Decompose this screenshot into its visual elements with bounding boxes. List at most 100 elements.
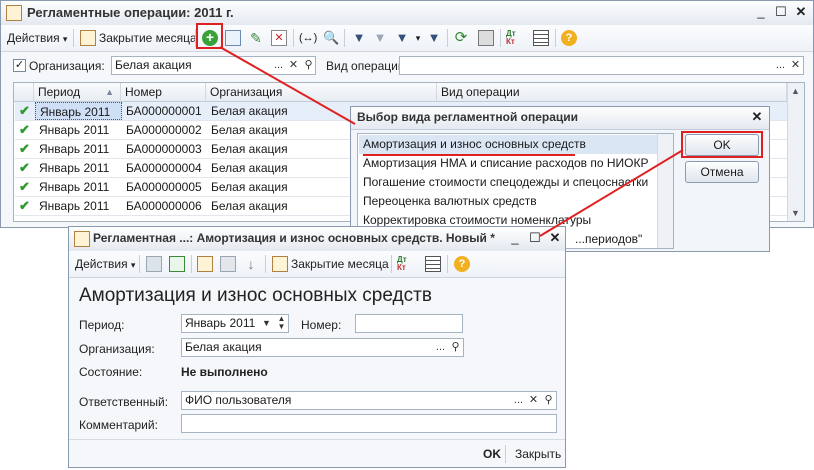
table-header-period[interactable]: Период ▲ [34,83,121,102]
print-icon[interactable] [478,30,494,46]
doc-org-value: Белая акация [185,340,262,354]
comment-field[interactable] [181,414,557,433]
scroll-up-icon[interactable]: ▲ [791,86,800,96]
doc-ok-button[interactable]: OK [483,447,501,461]
dialog-close-button[interactable]: ✕ [749,109,765,125]
filter-list-icon[interactable]: ▼ [394,30,410,46]
number-field[interactable] [355,314,463,333]
search-icon[interactable]: ⚲ [541,392,556,409]
toolbar-separator [344,29,345,47]
refresh-icon[interactable]: ⟳ [453,30,469,46]
actions-menu[interactable]: Действия ▾ [7,29,67,47]
highlight-frame-ok [681,131,763,158]
help-icon[interactable]: ? [454,256,470,272]
state-label: Состояние: [79,365,143,379]
operation-type-item[interactable]: Переоценка валютных средств [359,192,659,211]
cell-period: Январь 2011 [39,199,110,213]
posted-check-icon: ✔ [19,179,30,194]
search-icon[interactable]: ⚲ [448,339,463,356]
dialog-cancel-button[interactable]: Отмена [685,161,759,183]
org-filter-select-button[interactable]: ... [271,57,286,74]
help-icon[interactable]: ? [561,30,577,46]
table-header-org[interactable]: Организация [206,83,437,102]
doc-actions-label: Действия [75,257,128,271]
operation-type-item[interactable]: Погашение стоимости спецодежды и спецосн… [359,173,659,192]
period-dropdown-icon[interactable]: ▼ [259,315,274,332]
search-icon[interactable]: ⚲ [301,57,316,74]
footer-divider [69,439,565,440]
maximize-button[interactable]: ☐ [773,4,789,20]
delete-icon[interactable]: ✕ [271,30,287,46]
operation-type-item[interactable]: Амортизация НМА и списание расходов по Н… [359,154,659,173]
document-title: Регламентная ...: Амортизация и износ ос… [93,231,495,245]
doc-actions-menu[interactable]: Действия ▾ [75,255,135,273]
unpost-icon[interactable] [220,256,236,272]
interval-icon[interactable]: (↔) [299,30,317,46]
arrow-down-icon[interactable]: ↓ [243,256,259,272]
toolbar-separator [447,29,448,47]
cell-number: БА000000004 [126,161,202,175]
calendar-icon [6,5,22,21]
doc-maximize-button[interactable]: ☐ [527,230,543,246]
dtkt-icon[interactable]: Дт Кт [397,256,413,272]
filter-clear-icon[interactable]: ▼ [426,30,442,46]
toolbar-separator [139,255,140,273]
close-month-button[interactable]: Закрытие месяца [99,29,197,47]
doc-close-month-button[interactable]: Закрытие месяца [291,255,389,273]
cell-period: Январь 2011 [39,123,110,137]
table-scrollbar[interactable]: ▲ ▼ [787,83,804,221]
toolbar-separator [73,29,74,47]
highlight-frame-add [196,23,223,49]
doc-close-button-footer[interactable]: Закрыть [515,447,561,461]
table-header-marker [14,83,34,102]
calendar-icon [80,30,96,46]
doc-close-button[interactable]: ✕ [547,230,563,246]
doc-org-select-button[interactable]: ... [433,339,448,356]
org-filter-clear-button[interactable]: ✕ [286,57,301,74]
list-settings-icon[interactable] [533,30,549,46]
state-value: Не выполнено [181,365,268,379]
toolbar-separator [191,255,192,273]
table-header-number[interactable]: Номер [121,83,206,102]
minimize-button[interactable]: _ [753,4,769,20]
responsible-select-button[interactable]: ... [511,392,526,409]
op-filter-field[interactable] [399,56,804,75]
cell-number: БА000000003 [126,142,202,156]
close-button[interactable]: ✕ [793,4,809,20]
chevron-down-icon[interactable]: ▾ [410,30,426,46]
cell-number: БА000000002 [126,123,202,137]
posted-check-icon: ✔ [19,141,30,156]
table-header-operation[interactable]: Вид операции [437,83,787,102]
cell-number: БА000000006 [126,199,202,213]
period-spin-icon[interactable]: ▲ ▼ [274,315,289,332]
responsible-field[interactable]: ФИО пользователя [181,391,557,410]
filter-icon[interactable]: ▼ [351,30,367,46]
operation-type-item[interactable]: ...периодов" [571,230,657,249]
edit-icon[interactable]: ✎ [248,30,264,46]
toolbar-separator [391,255,392,273]
toolbar-separator [293,29,294,47]
post-icon[interactable] [169,256,185,272]
op-filter-clear-button[interactable]: ✕ [788,57,803,74]
doc-minimize-button[interactable]: _ [507,230,523,246]
op-filter-select-button[interactable]: ... [773,57,788,74]
operation-type-item[interactable]: Амортизация и износ основных средств [359,135,659,154]
scroll-down-icon[interactable]: ▼ [791,208,800,218]
find-icon[interactable]: 🔍 [323,30,339,46]
posted-check-icon: ✔ [19,160,30,175]
cell-period: Январь 2011 [39,142,110,156]
post-close-icon[interactable] [197,256,213,272]
chevron-down-icon: ▾ [130,260,136,270]
responsible-clear-button[interactable]: ✕ [526,392,541,409]
posted-check-icon: ✔ [19,103,30,118]
save-icon[interactable] [146,256,162,272]
doc-org-field[interactable]: Белая акация [181,338,464,357]
org-checkbox[interactable]: ✓ [13,59,26,72]
list-settings-icon[interactable] [425,256,441,272]
filter-off-icon[interactable]: ▼ [372,30,388,46]
dialog-list-scrollbar[interactable] [657,134,673,248]
copy-icon[interactable] [225,30,241,46]
posted-check-icon: ✔ [19,198,30,213]
dtkt-icon[interactable]: Дт Кт [506,30,522,46]
footer-separator [505,445,506,463]
